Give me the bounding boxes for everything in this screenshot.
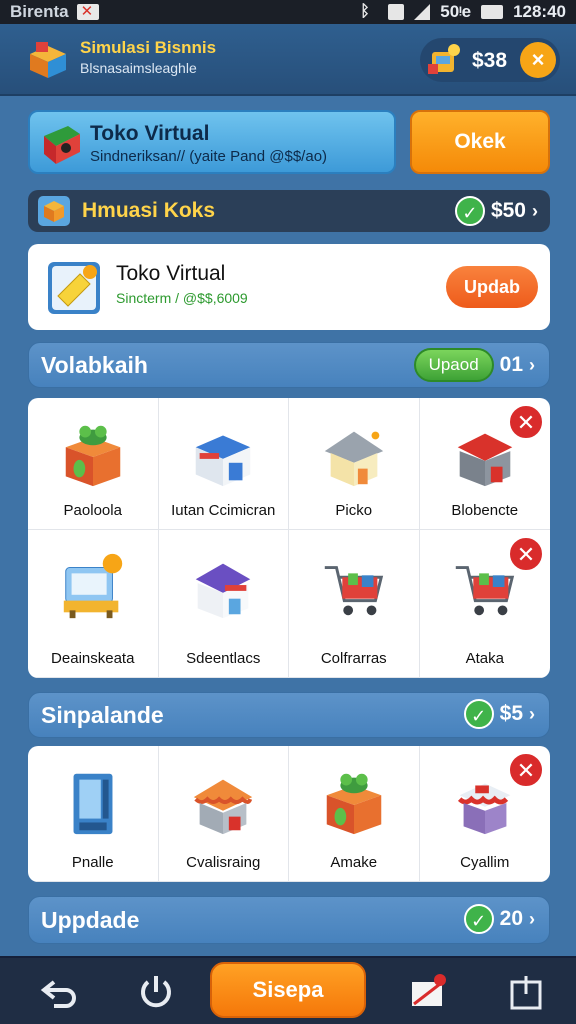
app-header: Simulasi Bisnnis Blsnasaimsleaghle $38 ×	[0, 24, 576, 96]
section-title: Volabkaih	[41, 352, 148, 378]
grid-item-label: Colfrarras	[320, 650, 387, 667]
carrier-name: Birenta	[10, 2, 69, 21]
grid-item[interactable]: Iutan Ccimicran	[158, 398, 289, 530]
house-icon	[324, 431, 383, 487]
grid-item[interactable]: Paoloola	[28, 398, 159, 530]
box-icon	[38, 196, 70, 226]
chevron-right-icon: ›	[529, 354, 535, 375]
toko-virtual-banner[interactable]: Toko Virtual Sindneriksan// (yaite Pand …	[28, 110, 396, 174]
banner-title: Toko Virtual	[90, 122, 210, 145]
bottom-nav: Sisepa	[0, 956, 576, 1024]
section-volabkaih[interactable]: Volabkaih Upaod 01 ›	[28, 342, 550, 388]
updab-button[interactable]: Updab	[446, 266, 538, 308]
check-icon: ✓	[463, 699, 494, 729]
battery-icon	[481, 5, 504, 19]
status-right: ᛒ 50ᵎe 128:40	[360, 2, 566, 22]
shop-icon	[195, 435, 251, 487]
plant-box-icon	[326, 773, 382, 835]
orange-shop-icon	[194, 779, 253, 835]
mail-notification-icon	[76, 2, 99, 20]
grid-item-label: Cvalisraing	[186, 854, 261, 871]
app-logo-icon	[30, 42, 66, 78]
item-grid-2: Pnalle Cvalisraing Amake Cyallim ✕	[28, 746, 550, 882]
grid-item[interactable]: Blobencte ✕	[419, 398, 550, 530]
gift-box-icon	[44, 126, 80, 164]
grid-item-label: Iutan Ccimicran	[171, 502, 276, 519]
register-icon	[63, 553, 122, 619]
grid-item[interactable]: Amake	[289, 746, 420, 882]
grid-item[interactable]: Sdeentlacs	[158, 530, 289, 678]
grid-item-label: Amake	[330, 854, 378, 871]
grid-item-label: Pnalle	[71, 854, 114, 871]
clock: 128:40	[513, 2, 566, 21]
app-subtitle: Blsnasaimsleaghle	[80, 60, 197, 76]
section-sinpalande[interactable]: Sinpalande ✓ $5 ›	[28, 692, 550, 738]
grid-item[interactable]: Ataka ✕	[419, 530, 550, 678]
chevron-right-icon: ›	[529, 908, 535, 929]
grid-item-label: Cyallim	[460, 854, 510, 871]
grid-item-label: Blobencte	[451, 502, 519, 519]
storefront-icon	[195, 563, 251, 619]
section-right: Upaod 01 ›	[413, 348, 535, 382]
toko-virtual-card[interactable]: Toko Virtual Sincterm / @$$,6009 Updab	[28, 244, 550, 330]
sisepa-button[interactable]: Sisepa	[210, 962, 366, 1018]
toko-card-title: Toko Virtual	[116, 262, 226, 285]
ticket-icon	[48, 262, 100, 314]
banner-subtitle: Sindneriksan// (yaite Pand @$$/ao)	[90, 148, 328, 165]
grid-item-label: Sdeentlacs	[186, 650, 261, 667]
balance-pill[interactable]: $38 ×	[420, 38, 560, 82]
coins-shop-icon	[428, 44, 460, 74]
section-amount: 20	[499, 907, 523, 930]
hm-amount: $50	[490, 199, 526, 222]
back-icon[interactable]	[40, 972, 80, 1012]
section-title: Uppdade	[41, 907, 140, 933]
vending-icon	[73, 773, 113, 835]
check-icon: ✓	[454, 196, 485, 226]
grid-item[interactable]: Picko	[289, 398, 420, 530]
network-indicator: 50ᵎe	[440, 2, 472, 21]
chevron-right-icon: ›	[529, 703, 535, 724]
grid-item-label: Ataka	[465, 650, 504, 667]
grid-item[interactable]: Colfrarras	[289, 530, 420, 678]
app-title: Simulasi Bisnnis	[80, 38, 217, 57]
okek-button[interactable]: Okek	[410, 110, 550, 174]
section-right: ✓ 20 ›	[463, 904, 535, 934]
sim-icon	[388, 4, 405, 20]
hmuasi-koks-bar[interactable]: Hmuasi Koks ✓ $50 ›	[28, 190, 550, 232]
section-right: ✓ $5 ›	[463, 699, 535, 729]
grid-item[interactable]: Cvalisraing	[158, 746, 289, 882]
grid-item[interactable]: Deainskeata	[28, 530, 159, 678]
close-icon[interactable]: ×	[520, 42, 556, 78]
item-grid-1: Paoloola Iutan Ccimicran Picko Blobencte ✕ De…	[28, 398, 550, 678]
cart-icon	[324, 566, 383, 616]
close-icon[interactable]: ✕	[508, 536, 544, 572]
status-bar: Birenta ᛒ 50ᵎe 128:40	[0, 0, 576, 24]
section-title: Sinpalande	[41, 702, 164, 728]
section-count: 01	[499, 353, 523, 376]
section-amount: $5	[499, 702, 523, 725]
toko-card-subtitle: Sincterm / @$$,6009	[116, 290, 248, 306]
hm-title: Hmuasi Koks	[82, 199, 216, 222]
grid-item[interactable]: Pnalle	[28, 746, 159, 882]
close-icon[interactable]: ✕	[508, 404, 544, 440]
check-icon: ✓	[463, 904, 494, 934]
grid-item[interactable]: Cyallim ✕	[419, 746, 550, 882]
chevron-right-icon: ›	[532, 200, 538, 221]
grid-item-label: Paoloola	[63, 502, 122, 519]
hm-amount-group: ✓ $50 ›	[454, 196, 538, 226]
balance-amount: $38	[472, 49, 508, 72]
section-uppdade[interactable]: Uppdade ✓ 20 ›	[28, 896, 550, 944]
signal-icon	[414, 4, 431, 20]
bluetooth-icon: ᛒ	[360, 3, 370, 20]
grid-item-label: Picko	[335, 502, 373, 519]
grid-item-label: Deainskeata	[51, 650, 135, 667]
mail-alert-icon[interactable]	[408, 972, 448, 1012]
share-icon[interactable]	[506, 972, 546, 1012]
power-icon[interactable]	[136, 972, 176, 1012]
close-icon[interactable]: ✕	[508, 752, 544, 788]
upaod-button[interactable]: Upaod	[413, 348, 494, 382]
plant-box-icon	[65, 425, 121, 487]
